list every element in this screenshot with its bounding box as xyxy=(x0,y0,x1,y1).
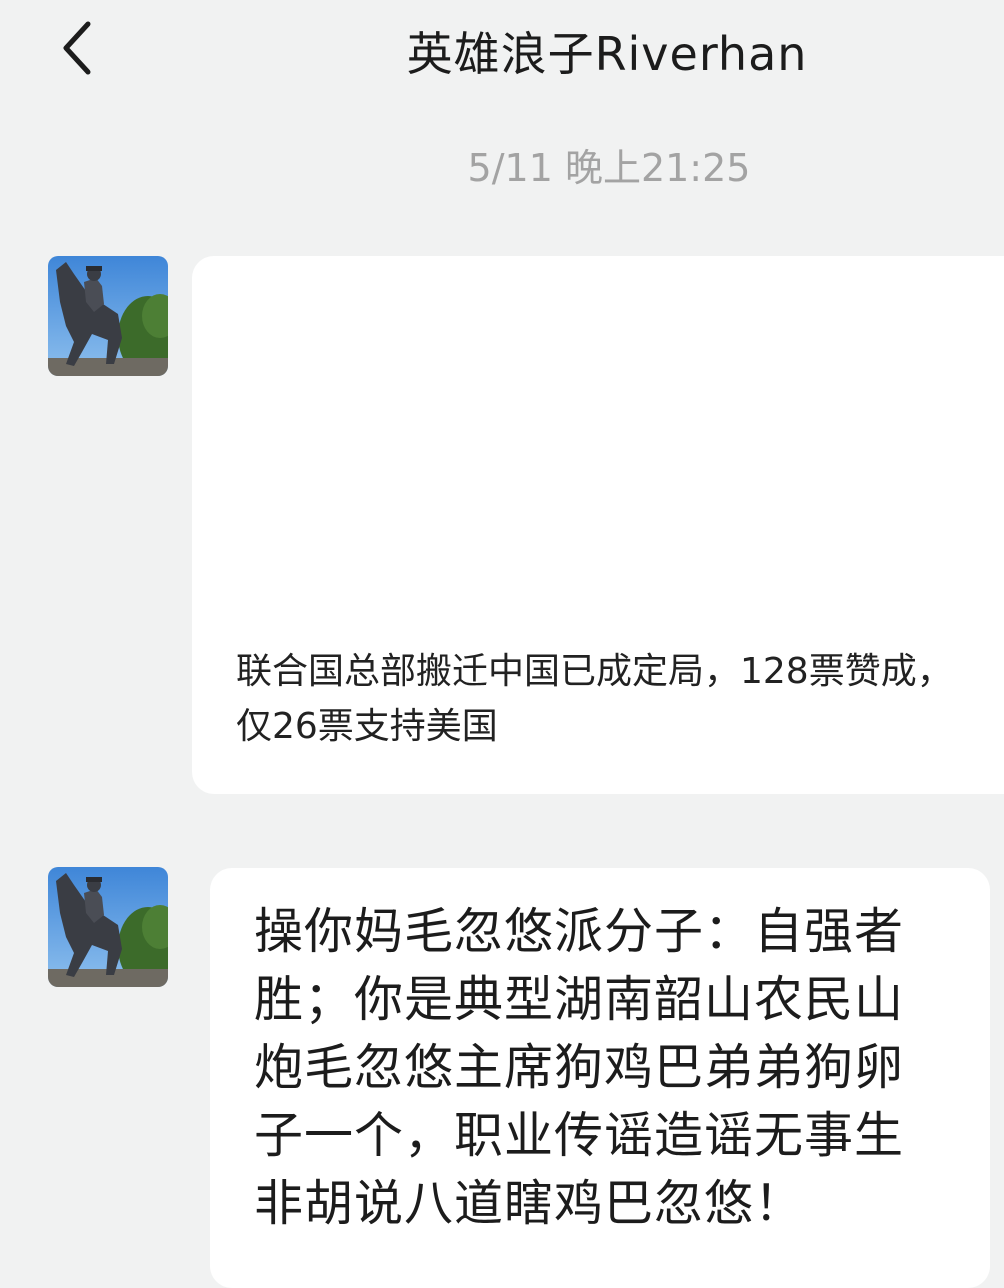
message-bubble[interactable]: 联合国总部搬迁中国已成定局，128票赞成，仅26票支持美国 xyxy=(192,256,1004,794)
chat-header: 英雄浪子Riverhan xyxy=(0,0,1004,100)
avatar[interactable] xyxy=(48,256,168,376)
message-timestamp: 5/11 晚上21:25 xyxy=(467,146,751,190)
message-text: 联合国总部搬迁中国已成定局，128票赞成，仅26票支持美国 xyxy=(236,651,953,747)
message-text: 操你妈毛忽悠派分子：自强者胜；你是典型湖南韶山农民山炮毛忽悠主席狗鸡巴弟弟狗卵子… xyxy=(254,903,905,1232)
statue-avatar-icon xyxy=(48,256,168,376)
statue-avatar-icon xyxy=(48,867,168,987)
message-bubble[interactable]: 操你妈毛忽悠派分子：自强者胜；你是典型湖南韶山农民山炮毛忽悠主席狗鸡巴弟弟狗卵子… xyxy=(210,868,990,1288)
avatar[interactable] xyxy=(48,867,168,987)
chat-title: 英雄浪子Riverhan xyxy=(406,27,808,81)
